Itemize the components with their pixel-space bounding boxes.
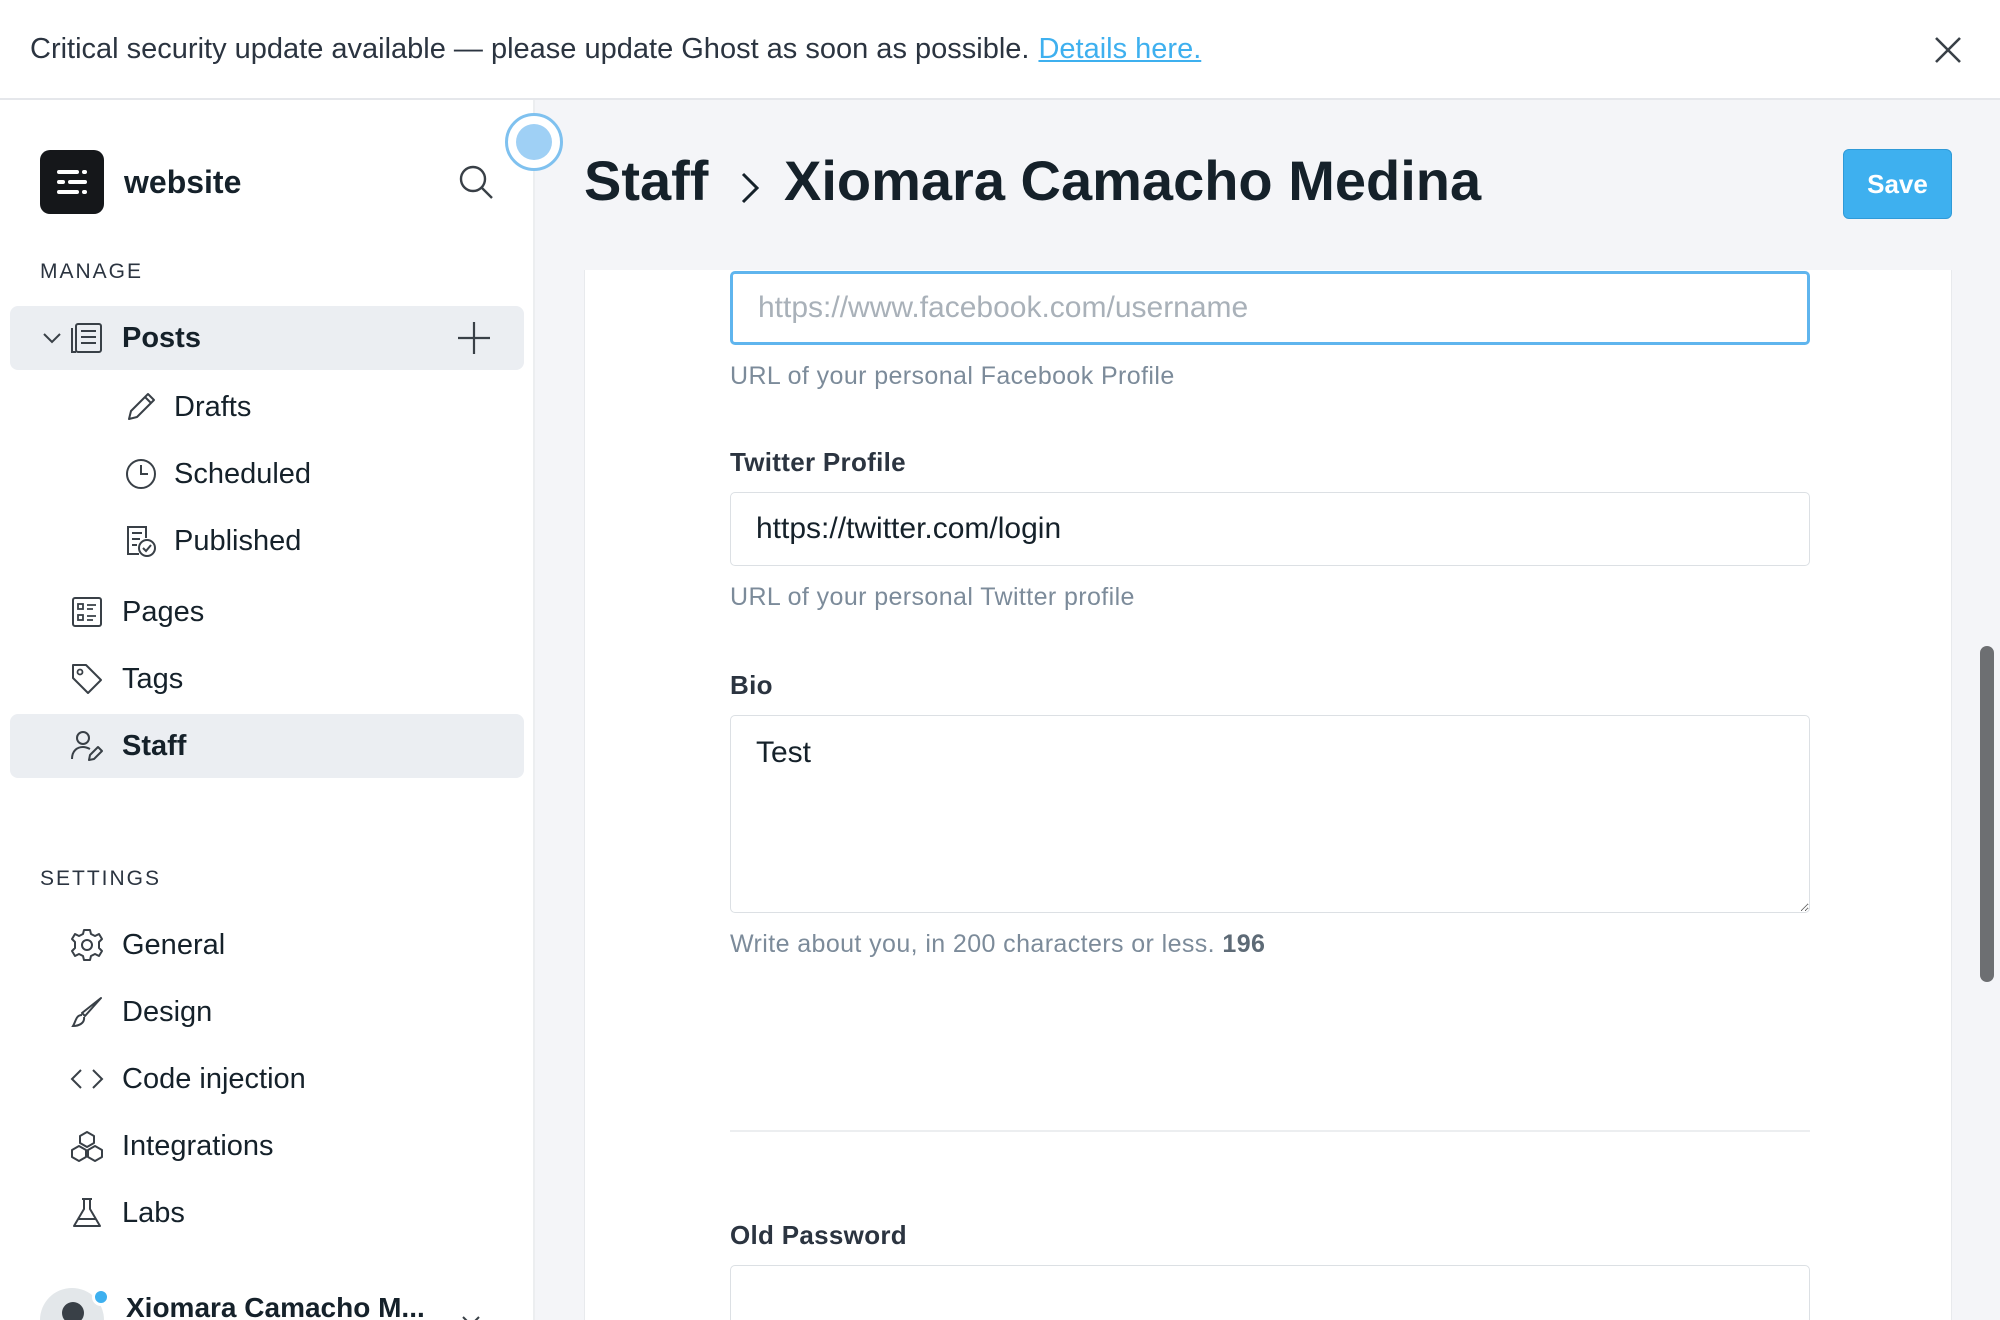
save-button[interactable]: Save xyxy=(1843,149,1952,219)
site-name: website xyxy=(124,163,242,200)
chevron-down-icon[interactable] xyxy=(460,1310,482,1320)
add-post-icon[interactable] xyxy=(456,320,492,356)
sidebar-item-label: Staff xyxy=(122,729,187,762)
focus-indicator xyxy=(505,113,563,171)
sidebar-item-pages[interactable]: Pages xyxy=(10,580,524,644)
facebook-hint: URL of your personal Facebook Profile xyxy=(730,362,1175,390)
flask-icon xyxy=(73,1198,101,1227)
pencil-icon xyxy=(128,393,155,420)
settings-section-label: SETTINGS xyxy=(40,867,162,890)
sidebar-item-design[interactable]: Design xyxy=(10,980,524,1044)
twitter-profile-input[interactable] xyxy=(730,492,1810,566)
sidebar-item-staff[interactable]: Staff xyxy=(10,714,524,778)
sidebar-item-label: Integrations xyxy=(122,1129,274,1162)
gear-icon xyxy=(71,929,103,961)
sidebar-item-label: Design xyxy=(122,995,213,1028)
bio-textarea[interactable]: Test xyxy=(730,715,1810,913)
sidebar-item-posts[interactable]: Posts xyxy=(10,306,524,370)
sidebar-item-tags[interactable]: Tags xyxy=(10,647,524,711)
chevron-down-icon[interactable] xyxy=(40,326,64,350)
bio-hint-text: Write about you, in 200 characters or le… xyxy=(730,930,1216,958)
banner-message: Critical security update available — ple… xyxy=(30,32,1030,65)
banner-details-link[interactable]: Details here. xyxy=(1038,33,1201,66)
site-brand[interactable]: website xyxy=(40,150,241,214)
sidebar-item-published[interactable]: Published xyxy=(10,509,524,573)
manage-section-label: MANAGE xyxy=(40,260,144,283)
sidebar-item-label: Published xyxy=(174,524,302,557)
facebook-profile-input[interactable] xyxy=(730,271,1810,345)
sidebar-item-labs[interactable]: Labs xyxy=(10,1181,524,1245)
sidebar-item-label: Scheduled xyxy=(174,457,312,490)
pages-icon xyxy=(72,597,102,627)
chevron-right-icon xyxy=(741,172,760,204)
sidebar-item-label: Drafts xyxy=(174,390,252,423)
ghost-logo-icon xyxy=(57,170,87,194)
bio-char-count: 196 xyxy=(1222,930,1266,958)
posts-icon xyxy=(71,323,102,353)
update-banner: Critical security update available — ple… xyxy=(0,0,2000,100)
integrations-icon xyxy=(71,1131,103,1162)
sidebar-item-label: Code injection xyxy=(122,1062,306,1095)
staff-icon xyxy=(71,731,103,761)
sidebar-item-label: Labs xyxy=(122,1196,185,1229)
sidebar-item-scheduled[interactable]: Scheduled xyxy=(10,442,524,506)
user-name: Xiomara Camacho M... xyxy=(126,1292,425,1320)
bio-label: Bio xyxy=(730,670,773,700)
sidebar-item-code-injection[interactable]: Code injection xyxy=(10,1047,524,1111)
sidebar-item-label: General xyxy=(122,928,226,961)
sidebar-item-label: Tags xyxy=(122,662,184,695)
tag-icon xyxy=(72,664,102,694)
twitter-label: Twitter Profile xyxy=(730,447,906,477)
published-icon xyxy=(127,526,156,557)
site-logo xyxy=(40,150,104,214)
section-divider xyxy=(730,1130,1810,1132)
scrollbar-thumb[interactable] xyxy=(1980,646,1994,982)
sidebar-item-label: Pages xyxy=(122,595,205,628)
search-icon[interactable] xyxy=(456,162,496,202)
clock-icon xyxy=(126,459,156,489)
page-title: Xiomara Camacho Medina xyxy=(784,149,1482,212)
sidebar: website MANAGE Posts Drafts Scheduled Pu… xyxy=(0,100,535,1320)
notification-dot xyxy=(92,1288,110,1306)
sidebar-item-general[interactable]: General xyxy=(10,913,524,977)
close-icon[interactable] xyxy=(1932,34,1964,66)
sidebar-item-integrations[interactable]: Integrations xyxy=(10,1114,524,1178)
sidebar-item-drafts[interactable]: Drafts xyxy=(10,375,524,439)
twitter-hint: URL of your personal Twitter profile xyxy=(730,583,1135,611)
code-icon xyxy=(70,1069,104,1089)
breadcrumb-parent[interactable]: Staff xyxy=(584,148,708,213)
profile-form-card: URL of your personal Facebook Profile Tw… xyxy=(584,270,1952,1320)
user-menu[interactable]: Xiomara Camacho M... xyxy=(40,1288,500,1320)
old-password-label: Old Password xyxy=(730,1220,907,1250)
sidebar-item-label: Posts xyxy=(122,321,201,354)
bio-hint: Write about you, in 200 characters or le… xyxy=(730,930,1265,959)
old-password-input[interactable] xyxy=(730,1265,1810,1320)
brush-icon xyxy=(71,997,102,1028)
